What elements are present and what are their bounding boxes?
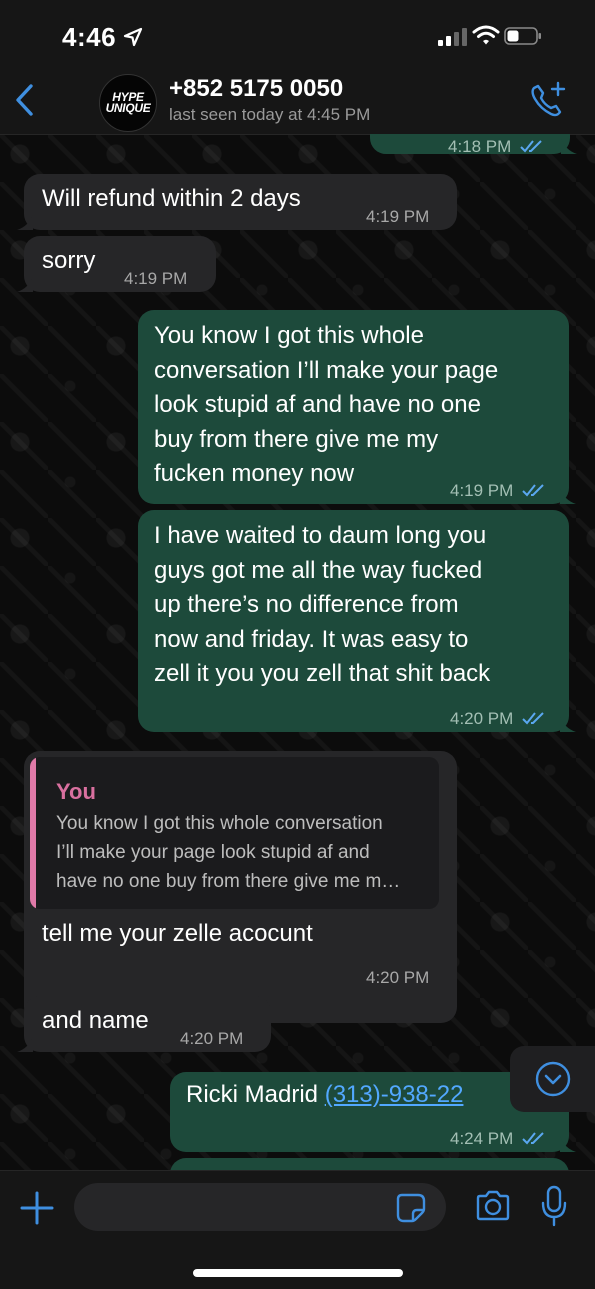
add-call-icon[interactable] <box>526 80 568 120</box>
message-bubble-incoming[interactable]: sorry 4:19 PM <box>17 236 216 292</box>
last-seen-status: last seen today at 4:45 PM <box>169 105 371 124</box>
contact-name[interactable]: +852 5175 0050 <box>169 75 343 103</box>
message-bubble-outgoing-partial[interactable]: 4:18 PM <box>370 134 577 156</box>
quote-accent-bar <box>30 757 36 909</box>
message-bubble-incoming[interactable]: and name 4:20 PM <box>17 996 271 1052</box>
avatar[interactable]: HYPE UNIQUE <box>99 74 157 132</box>
message-time: 4:20 PM <box>366 968 430 987</box>
message-input-bar <box>0 1170 595 1289</box>
plus-icon[interactable] <box>20 1191 54 1225</box>
scroll-to-bottom-button[interactable] <box>510 1046 595 1112</box>
message-time: 4:19 PM <box>366 207 430 226</box>
message-input[interactable] <box>74 1183 446 1231</box>
quote-author: You <box>56 779 96 804</box>
message-text: tell me your zelle acocunt <box>42 920 313 947</box>
status-time: 4:46 <box>62 22 117 52</box>
message-text: You know I got this whole conversation I… <box>154 322 499 488</box>
message-text: I have waited to daum long you guys got … <box>154 522 491 688</box>
message-time: 4:19 PM <box>124 269 188 288</box>
status-bar: 4:46 <box>0 0 595 70</box>
battery-icon <box>504 27 541 45</box>
avatar-text-unique: UNIQUE <box>105 101 151 115</box>
quote-text: You know I got this whole conversation I… <box>56 813 401 892</box>
message-text: sorry <box>42 247 96 274</box>
message-time: 4:20 PM <box>450 702 546 737</box>
back-chevron-icon[interactable] <box>12 83 38 117</box>
chat-header: HYPE UNIQUE +852 5175 0050 last seen tod… <box>0 70 595 135</box>
read-ticks-icon <box>522 1132 544 1145</box>
message-text: and name <box>42 1007 149 1034</box>
message-list[interactable]: 4:18 PM Will refund within 2 days 4:19 P… <box>0 134 595 1170</box>
message-bubble-outgoing[interactable]: I have waited to daum long you guys got … <box>138 510 576 732</box>
camera-icon[interactable] <box>474 1189 512 1223</box>
home-indicator[interactable] <box>193 1269 403 1277</box>
phone-link[interactable]: (313)-938-22 <box>325 1081 464 1108</box>
sticker-icon[interactable] <box>396 1193 426 1223</box>
message-text: Will refund within 2 days <box>42 185 301 212</box>
message-time: 4:20 PM <box>180 1029 244 1048</box>
wifi-icon <box>472 25 500 45</box>
read-ticks-icon <box>522 712 544 725</box>
scroll-down-icon <box>535 1061 571 1097</box>
quoted-message[interactable]: You You know I got this whole conversati… <box>30 757 439 909</box>
message-time: 4:18 PM <box>448 134 544 165</box>
message-text: Ricki Madrid (313)-938-22 <box>186 1081 464 1108</box>
message-bubble-outgoing-partial[interactable] <box>170 1158 569 1170</box>
read-ticks-icon <box>520 140 542 153</box>
message-time: 4:24 PM <box>450 1122 546 1157</box>
message-time: 4:19 PM <box>450 474 546 509</box>
read-ticks-icon <box>522 484 544 497</box>
microphone-icon[interactable] <box>540 1185 568 1227</box>
message-bubble-incoming[interactable]: Will refund within 2 days 4:19 PM <box>17 174 457 230</box>
location-arrow-icon <box>123 27 143 47</box>
message-bubble-outgoing[interactable]: You know I got this whole conversation I… <box>138 310 576 504</box>
message-bubble-incoming-reply[interactable]: You You know I got this whole conversati… <box>24 751 457 1023</box>
signal-icon <box>438 28 467 46</box>
